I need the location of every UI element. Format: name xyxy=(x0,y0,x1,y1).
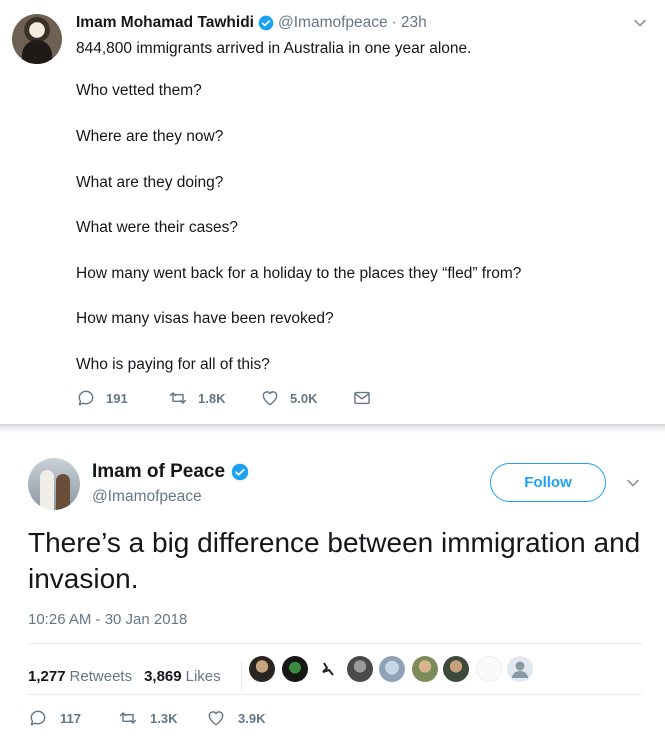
message-button[interactable] xyxy=(352,388,382,408)
retweets-stat[interactable]: 1,277 Retweets xyxy=(28,668,132,685)
chevron-down-icon[interactable] xyxy=(633,16,647,30)
user-handle[interactable]: @Imamofpeace xyxy=(92,488,202,506)
screenshot-divider xyxy=(0,424,665,434)
tweet-actions: 191 1.8K 5.0K xyxy=(76,388,406,412)
avatar[interactable] xyxy=(12,14,62,64)
likes-stat[interactable]: 3,869 Likes xyxy=(144,668,221,685)
reply-button[interactable]: 191 xyxy=(76,388,128,408)
divider xyxy=(240,660,242,692)
tweet-actions: 117 1.3K 3.9K xyxy=(28,708,288,730)
like-count: 3.9K xyxy=(238,710,266,726)
chevron-down-icon[interactable] xyxy=(626,476,640,490)
reply-button[interactable]: 117 xyxy=(28,708,81,728)
tweet-text: There’s a big difference between immigra… xyxy=(28,527,641,594)
verified-icon xyxy=(258,15,274,31)
quoted-tweet: Imam Mohamad Tawhidi @Imamofpeace · 23h … xyxy=(0,0,665,424)
follow-button[interactable]: Follow xyxy=(490,463,606,502)
tweet-line: How many went back for a holiday to the … xyxy=(76,265,522,282)
verified-icon xyxy=(231,463,249,481)
retweets-label: Retweets xyxy=(69,667,133,685)
divider xyxy=(28,694,643,695)
display-name[interactable]: Imam Mohamad Tawhidi xyxy=(76,14,254,32)
tweet-line: What are they doing? xyxy=(76,174,224,191)
retweets-total: 1,277 xyxy=(28,667,66,685)
tweet-header: Imam Mohamad Tawhidi @Imamofpeace · 23h xyxy=(76,14,427,32)
retweet-button[interactable]: 1.3K xyxy=(118,708,177,728)
liker-avatars xyxy=(249,656,539,684)
reply-count: 117 xyxy=(60,710,81,726)
separator: · xyxy=(391,14,397,31)
reply-icon xyxy=(78,390,94,406)
like-count: 5.0K xyxy=(290,390,318,406)
tweet-line: Who vetted them? xyxy=(76,82,202,99)
avatar[interactable] xyxy=(379,656,405,682)
tweet-line: What were their cases? xyxy=(76,219,238,236)
retweet-icon xyxy=(169,392,187,404)
avatar[interactable] xyxy=(282,656,308,682)
avatar[interactable] xyxy=(28,458,80,510)
retweet-button[interactable]: 1.8K xyxy=(168,388,225,408)
retweet-icon xyxy=(119,712,137,724)
tweet-line: Where are they now? xyxy=(76,128,224,145)
likes-total: 3,869 xyxy=(144,667,182,685)
divider xyxy=(28,643,643,644)
tweet-line: 844,800 immigrants arrived in Australia … xyxy=(76,40,472,57)
avatar[interactable] xyxy=(412,656,438,682)
avatar[interactable] xyxy=(507,656,533,682)
tweet-line: Who is paying for all of this? xyxy=(76,356,270,373)
user-handle[interactable]: @Imamofpeace xyxy=(278,14,388,32)
reply-icon xyxy=(30,710,46,726)
tweet-time[interactable]: 23h xyxy=(401,14,427,32)
like-button[interactable]: 3.9K xyxy=(206,708,265,728)
display-name[interactable]: Imam of Peace xyxy=(92,461,225,483)
heart-icon xyxy=(208,711,224,726)
tweet-line: How many visas have been revoked? xyxy=(76,310,334,327)
avatar[interactable] xyxy=(315,656,341,682)
avatar[interactable] xyxy=(347,656,373,682)
avatar[interactable] xyxy=(443,656,469,682)
envelope-icon xyxy=(354,391,370,405)
avatar[interactable] xyxy=(476,656,502,682)
tweet-timestamp[interactable]: 10:26 AM - 30 Jan 2018 xyxy=(28,611,187,628)
display-name-row: Imam of Peace xyxy=(92,461,253,483)
like-button[interactable]: 5.0K xyxy=(260,388,317,408)
likes-label: Likes xyxy=(185,667,221,685)
retweet-count: 1.8K xyxy=(198,390,226,406)
avatar[interactable] xyxy=(249,656,275,682)
reply-count: 191 xyxy=(106,390,128,406)
engagement-stats: 1,277 Retweets 3,869 Likes xyxy=(28,660,254,692)
heart-icon xyxy=(262,391,278,406)
retweet-count: 1.3K xyxy=(150,710,178,726)
